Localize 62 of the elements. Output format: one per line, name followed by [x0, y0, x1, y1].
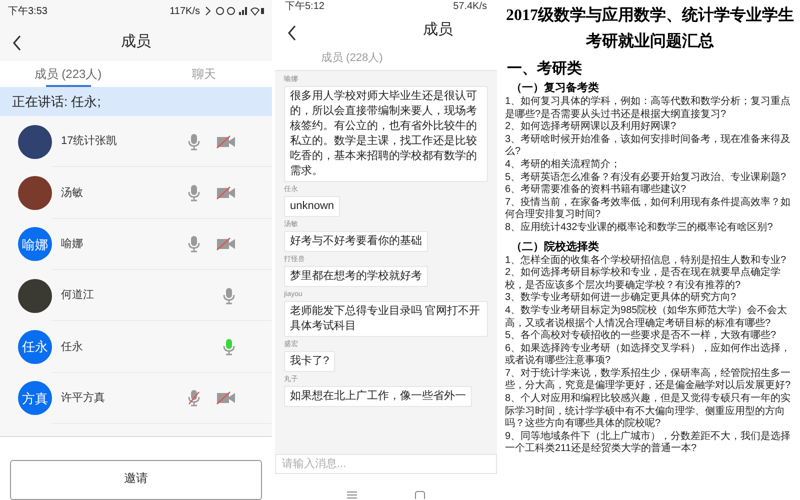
question-text: 4、数学专业考研目标定为985院校（如华东师范大学）会不会太高，又或者说根据个人情况合理确定考研目标的标准有哪些? — [504, 304, 788, 330]
question-text: 7、疫情当前，在家备考效率低，如何利用现有条件提高效率？如何合理安排复习时间? — [504, 196, 792, 222]
microphone-icon[interactable] — [222, 338, 236, 356]
avatar: 方真 — [18, 381, 52, 416]
question-text: 4、考研的相关流程简介； — [504, 158, 622, 172]
page-title: 成员 — [121, 32, 151, 52]
camera-off-icon[interactable] — [216, 134, 236, 149]
message-field[interactable]: 请输入消息... — [275, 454, 497, 474]
network-speed: 57.4K/s — [453, 1, 487, 13]
invite-button[interactable]: 邀请 — [10, 460, 262, 500]
message-bubble: 老师能发下总得专业目录吗 官网打不开具体考试科目 — [284, 301, 488, 337]
subsection-heading: （一）复习备考类 — [510, 80, 600, 96]
page-title: 成员 — [423, 20, 453, 40]
camera-off-icon[interactable] — [216, 391, 236, 406]
microphone-icon[interactable] — [187, 235, 201, 254]
microphone-icon[interactable] — [187, 132, 201, 151]
message-bubble: 好考与不好考要看你的基础 — [284, 231, 428, 252]
status-time: 下午3:53 — [8, 4, 48, 19]
question-text: 7、对于统计学来说，数学系招生少，保研率高，经管院招生多一些，分大高，究竟是偏理学更好，还是偏金融学对以后发展更好? — [504, 368, 792, 392]
status-time: 下午5:12 — [285, 1, 324, 13]
home-icon[interactable] — [415, 491, 425, 499]
question-text: 2、如何选择考研目标学校和专业，是否在现在就要早点确定学校，是否应该多个层次均要确定学校？有没有推荐的? — [504, 267, 782, 292]
camera-off-icon[interactable] — [216, 186, 236, 200]
camera-off-icon[interactable] — [216, 237, 236, 252]
section-heading: 一、考研类 — [506, 59, 583, 79]
member-name: 任永 — [61, 340, 84, 355]
message-bubble: 很多用人学校对师大毕业生还是很认可的，所以会直接带编制来要人，现场考核签约。有公立的，也有省外比较牛的私立的。数学是主课，找工作还是比较吃香的，基本来招聘的学校都有数学的需求。 — [284, 86, 488, 182]
question-text: 8、个人对应用和编程比较感兴趣，但是又觉得专硕只有一年的实际学习时间，统计学学硕中有不大偏向理学、侧重应用型的方向吗？这些方向有哪些具体的院校呢? — [504, 393, 792, 430]
question-text: 6、考研需要准备的资料书籍有哪些建议? — [504, 184, 688, 196]
tab[interactable]: 成员 (228人) — [321, 50, 383, 67]
question-text: 8、应用统计432专业课的概率论和数学三的概率论有啥区别? — [504, 222, 774, 235]
member-name: 汤敏 — [61, 186, 84, 201]
member-name: 许平方真 — [61, 390, 106, 406]
message-bubble: unknown — [284, 196, 340, 217]
microphone-icon[interactable] — [222, 286, 236, 305]
question-text: 2、如何选择考研网课以及利用好网课? — [504, 121, 678, 134]
avatar: 任永 — [18, 330, 52, 364]
question-text: 1、如何复习具体的学科，例如：高等代数和数学分析；复习重点是哪些?是否需要从头过书还是根据大纲直接复习? — [504, 96, 792, 120]
member-name: 喻娜 — [61, 237, 84, 252]
network-speed: 117K/s — [170, 4, 200, 19]
question-text: 3、考研啥时候开始准备，该如何安排时间备考，现在准备来得及么? — [504, 134, 792, 158]
message-bubble: 梦里都在想考的学校就好考 — [284, 266, 428, 287]
tab[interactable]: 成员 (223人) — [0, 60, 136, 88]
document-title: 考研就业问题汇总 — [586, 32, 714, 52]
microphone-icon[interactable] — [187, 184, 201, 202]
question-text: 5、考研英语怎么准备？有没有必要开始复习政治、专业课刷题? — [504, 172, 788, 184]
question-text: 5、各个高校对专硕招收的一些要求是否不一样，大致有哪些? — [504, 330, 778, 342]
document-title: 2017级数学与应用数学、统计学专业学生 — [506, 6, 794, 26]
member-name: 何道江 — [61, 288, 95, 304]
question-text: 1、怎样全面的收集各个学校研招信息，特别是招生人数和专业? — [504, 254, 788, 266]
question-text: 6、如果选择跨专业考研（如选择交叉学科），应如何作出选择，或者说有哪些注意事项? — [504, 342, 792, 368]
status-icons — [204, 6, 264, 16]
microphone-icon[interactable] — [187, 389, 201, 408]
message-bubble: 如果想在北上广工作，像一些省外一 — [284, 386, 472, 407]
menu-icon[interactable] — [347, 491, 357, 499]
speaking-banner: 正在讲话: 任永; — [0, 87, 272, 116]
question-text: 9、同等地域条件下（北上广城市），分数差距不大，我们是选择一个工科类211还是经贸类大学的普通一本? — [504, 430, 792, 456]
avatar: 喻娜 — [18, 227, 52, 262]
message-bubble: 我卡了? — [284, 351, 336, 372]
subsection-heading: （二）院校选择类 — [510, 240, 600, 254]
question-text: 3、数学专业考研如何进一步确定更具体的研究方向? — [504, 292, 738, 304]
member-name: 17统计张凯 — [61, 134, 118, 150]
